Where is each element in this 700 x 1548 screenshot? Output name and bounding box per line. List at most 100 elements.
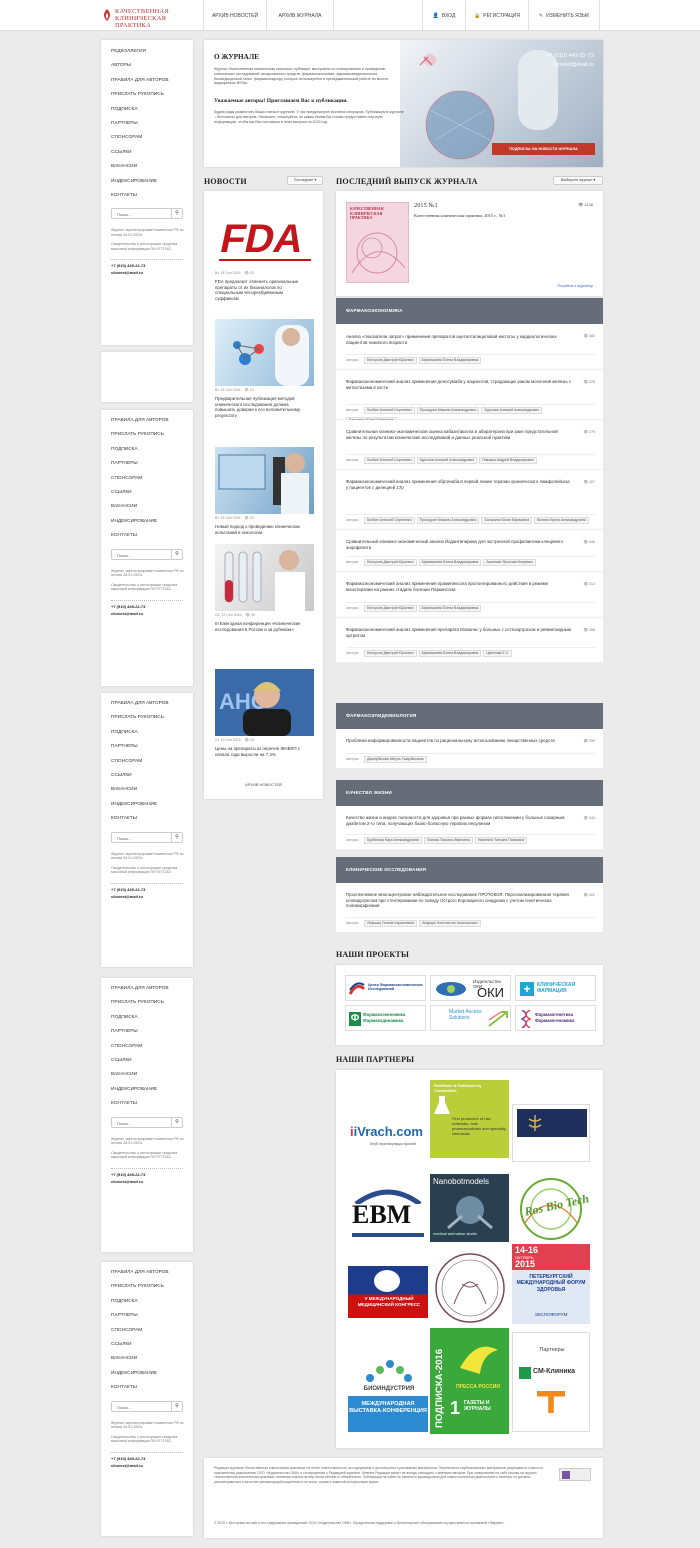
article-title[interactable]: Анализ «показатели затрат» применения пр… — [346, 334, 571, 345]
author-tag[interactable]: Джанубекова Айгуль Ушарбековна — [364, 756, 427, 763]
sidebar-email[interactable]: clinvest@mail.ru — [111, 1179, 143, 1185]
article-title[interactable]: Качество жизни и индекс полезности для з… — [346, 815, 571, 826]
sidebar-search-field[interactable]: Поиск... ⚲ — [111, 208, 183, 220]
sidebar-menu-item[interactable]: ПРИСЛАТЬ РУКОПИСЬ — [111, 92, 164, 97]
author-tag[interactable]: Афанасьева Елена Владимировна — [418, 559, 482, 566]
sidebar-search-input[interactable]: Поиск... — [117, 212, 131, 217]
login-button[interactable]: 👤 ВХОД — [422, 0, 465, 31]
sidebar-menu-item[interactable]: ССЫЛКИ — [111, 1058, 132, 1063]
article-title[interactable]: Фармакоэкономический анализ применения д… — [346, 379, 571, 390]
sidebar-email[interactable]: clinvest@mail.ru — [111, 1463, 143, 1469]
news-title[interactable]: Новый подход к проведению клинических ис… — [215, 524, 303, 535]
search-icon[interactable]: ⚲ — [171, 549, 182, 559]
sidebar-menu-item[interactable]: ПАРТНЕРЫ — [111, 461, 138, 466]
author-tag[interactable]: Проскурин Максим Александрович — [416, 517, 480, 524]
partner-portrait[interactable] — [430, 1248, 509, 1328]
author-tag[interactable]: Белоусов Дмитрий Юрьевич — [364, 357, 417, 364]
sidebar-menu-item[interactable]: ПАРТНЕРЫ — [111, 1313, 138, 1318]
news-sort-dropdown[interactable]: Последние ▾ — [287, 176, 323, 185]
author-tag[interactable]: Курылев Алексей Александрович — [481, 407, 543, 414]
article-title[interactable]: Фармакоэкономический анализ применения о… — [346, 479, 571, 490]
news-title[interactable]: III Ежегодная конференция «Клинические и… — [215, 621, 303, 632]
language-button[interactable]: ✎ ИЗМЕНИТЬ ЯЗЫК — [528, 0, 600, 31]
sidebar-menu-item[interactable]: СПОНСОРАМ — [111, 1044, 142, 1049]
partner-bioindustry[interactable]: БИОИНДУСТРИЯ МЕЖДУНАРОДНАЯ ВЫСТАВКА-КОНФ… — [348, 1356, 428, 1432]
news-archive-link[interactable]: АРХИВ НОВОСТЕЙ — [204, 782, 323, 787]
article-title[interactable]: Проблема информированности пациентов по … — [346, 738, 571, 744]
author-tag[interactable]: Павлыш Андрей Владимирович — [479, 457, 538, 464]
article-title[interactable]: Проспективное многоцентровое наблюдатель… — [346, 892, 571, 909]
author-tag[interactable]: Белоусов Дмитрий Юрьевич — [364, 650, 417, 657]
project-pharmaeco-logo[interactable]: Ф Фармакоэкономика Фармакодинамика — [345, 1005, 426, 1031]
author-tag[interactable]: Лифшиц Галина Израилевна — [364, 920, 418, 927]
sidebar-menu-item[interactable]: ПОДПИСКА — [111, 447, 138, 452]
go-to-journal-link[interactable]: Перейти к журналу — [558, 283, 594, 288]
sidebar-menu-item[interactable]: АВТОРЫ — [111, 63, 131, 68]
sidebar-menu-item[interactable]: ИНДЕКСИРОВАНИЕ — [111, 179, 157, 184]
sidebar-menu-item[interactable]: ВАКАНСИИ — [111, 1356, 137, 1361]
sidebar-menu-item[interactable]: ПРАВИЛА ДЛЯ АВТОРОВ — [111, 701, 169, 706]
sidebar-menu-item[interactable]: ВАКАНСИИ — [111, 164, 137, 169]
sidebar-search-input[interactable]: Поиск... — [117, 1121, 131, 1126]
author-tag[interactable]: Проскурин Максим Александрович — [416, 407, 480, 414]
author-tag[interactable]: Курылев Алексей Александрович — [416, 457, 478, 464]
sidebar-menu-item[interactable]: СПОНСОРАМ — [111, 759, 142, 764]
partner-podpiska[interactable]: ПОДПИСКА-2016 ПРЕССА РОССИИ 1 ГАЗЕТЫ И Ж… — [430, 1328, 509, 1434]
nav-journal-archive[interactable]: АРХИВ ЖУРНАЛА — [266, 0, 334, 31]
sidebar-menu-item[interactable]: ПАРТНЕРЫ — [111, 744, 138, 749]
project-mas-logo[interactable]: Market Access Solutions — [430, 1005, 511, 1031]
site-logo[interactable]: КАЧЕСТВЕННАЯ КЛИНИЧЕСКАЯ ПРАКТИКА — [100, 6, 196, 29]
sidebar-menu-item[interactable]: ИНДЕКСИРОВАНИЕ — [111, 802, 157, 807]
news-photo[interactable] — [215, 319, 314, 386]
article-title[interactable]: Фармакоэкономический анализ применения п… — [346, 627, 571, 638]
project-cfi-logo[interactable]: Центр Фармакоэкономических Исследований — [345, 975, 426, 1001]
sidebar-menu-item[interactable]: ПРАВИЛА ДЛЯ АВТОРОВ — [111, 418, 169, 423]
news-title[interactable]: FDA предлагает отменить оригинальные пре… — [215, 279, 303, 301]
about-email[interactable]: clinvest@mail.ru — [534, 62, 594, 68]
news-photo[interactable] — [215, 544, 314, 611]
nav-news-archive[interactable]: АРХИВ НОВОСТЕЙ — [203, 0, 266, 31]
sidebar-search-input[interactable]: Поиск... — [117, 836, 131, 841]
sidebar-menu-item[interactable]: ССЫЛКИ — [111, 773, 132, 778]
author-tag[interactable]: Цветкова Е.С. — [483, 650, 513, 657]
news-title[interactable]: Цены на препараты из перечня ЖНВЛП с нач… — [215, 746, 303, 757]
article-title[interactable]: Сравнительный клинико-экономический анал… — [346, 539, 571, 550]
sidebar-menu-item[interactable]: СПОНСОРАМ — [111, 135, 142, 140]
sidebar-email[interactable]: clinvest@mail.ru — [111, 894, 143, 900]
issue-cover-image[interactable]: КАЧЕСТВЕННАЯ КЛИНИЧЕСКАЯ ПРАКТИКА — [346, 202, 409, 283]
author-tag[interactable]: Попова Татьяна Ивановна — [423, 837, 473, 844]
sidebar-search-field[interactable]: Поиск... ⚲ — [111, 1116, 183, 1128]
sidebar-menu-item[interactable]: ПРИСЛАТЬ РУКОПИСЬ — [111, 1284, 164, 1289]
project-clinpharm-logo[interactable]: + КЛИНИЧЕСКАЯ ФАРМАЦИЯ — [515, 975, 596, 1001]
sidebar-menu-item[interactable]: КОНТАКТЫ — [111, 816, 137, 821]
sidebar-menu-item[interactable]: ВАКАНСИИ — [111, 787, 137, 792]
sidebar-search-field[interactable]: Поиск... ⚲ — [111, 1400, 183, 1412]
sidebar-menu-item[interactable]: ПОДПИСКА — [111, 107, 138, 112]
project-oki-logo[interactable]: Издательство ОКИ ОКИ — [430, 975, 511, 1001]
search-icon[interactable]: ⚲ — [171, 832, 182, 842]
project-pharmagen-logo[interactable]: Фармакогенетика Фармакогеномика — [515, 1005, 596, 1031]
author-tag[interactable]: Никитина Татьяна Павловна — [474, 837, 528, 844]
issue-number[interactable]: 2015 №1 — [414, 202, 438, 209]
sidebar-menu-item[interactable]: ПОДПИСКА — [111, 1015, 138, 1020]
sidebar-menu-item[interactable]: ПРИСЛАТЬ РУКОПИСЬ — [111, 1000, 164, 1005]
sidebar-menu-item[interactable]: КОНТАКТЫ — [111, 1101, 137, 1106]
sidebar-menu-item[interactable]: КОНТАКТЫ — [111, 533, 137, 538]
journal-select-dropdown[interactable]: Выберите журнал ▾ — [553, 176, 603, 185]
sidebar-menu-item[interactable]: СПОНСОРАМ — [111, 476, 142, 481]
partner-rosbiotech[interactable]: Ros Bio Tech — [512, 1174, 590, 1242]
sidebar-menu-item[interactable]: ИНДЕКСИРОВАНИЕ — [111, 1087, 157, 1092]
author-tag[interactable]: Колбин Алексей Сергеевич — [364, 517, 415, 524]
subscribe-news-button[interactable]: ПОДПИСКА НА НОВОСТИ ЖУРНАЛА — [492, 143, 595, 155]
sidebar-menu-item[interactable]: ПРИСЛАТЬ РУКОПИСЬ — [111, 715, 164, 720]
sidebar-menu-item[interactable]: ПАРТНЕРЫ — [111, 1029, 138, 1034]
sidebar-email[interactable]: clinvest@mail.ru — [111, 611, 143, 617]
author-tag[interactable]: Афанасьева Елена Владимировна — [418, 650, 482, 657]
partner-nanobot[interactable]: Nanobotmodels medical animation studio — [430, 1174, 509, 1242]
search-icon[interactable]: ⚲ — [171, 209, 182, 219]
sidebar-menu-item[interactable]: ПРАВИЛА ДЛЯ АВТОРОВ — [111, 986, 169, 991]
sidebar-menu-item[interactable]: КОНТАКТЫ — [111, 193, 137, 198]
register-button[interactable]: 🔒 РЕГИСТРАЦИЯ — [465, 0, 528, 31]
sidebar-email[interactable]: clinvest@mail.ru — [111, 270, 143, 276]
author-tag[interactable]: Вилюм Ирина Александровна — [534, 517, 589, 524]
